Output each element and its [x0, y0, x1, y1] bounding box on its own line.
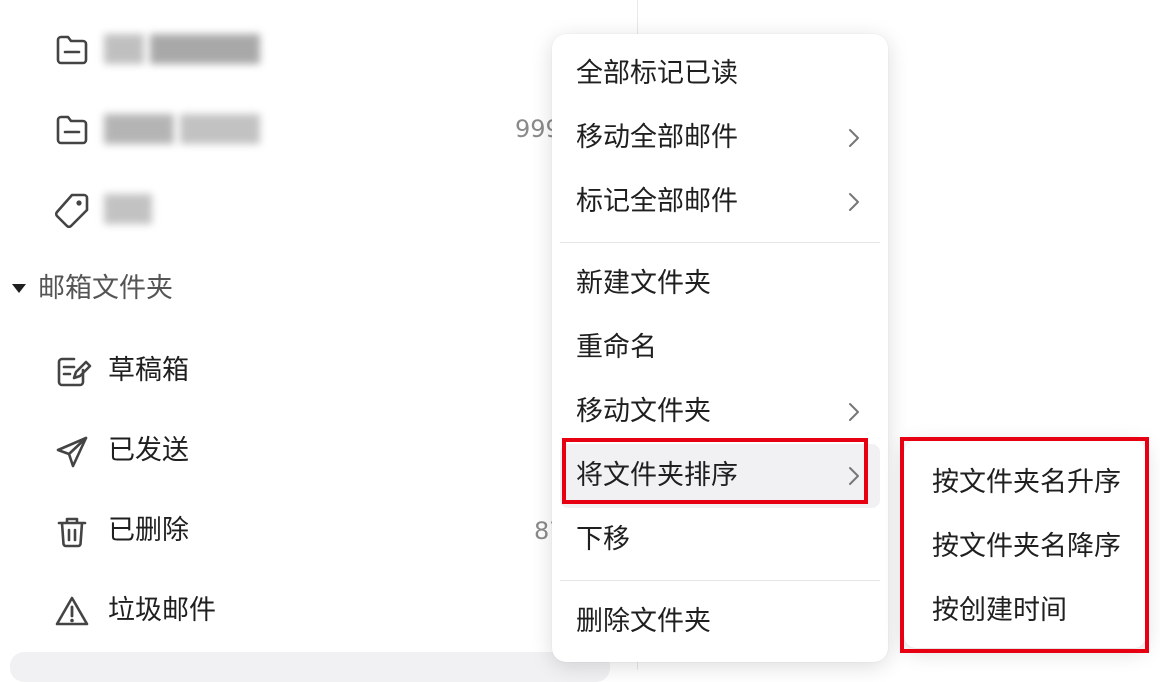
- menu-item-label: 新建文件夹: [576, 268, 711, 299]
- menu-item-label: 移动文件夹: [576, 396, 711, 427]
- sidebar-folder-item[interactable]: 999: [0, 96, 620, 160]
- menu-item-move-down[interactable]: 下移: [560, 508, 880, 572]
- submenu-item-sort-created-time[interactable]: 按创建时间: [912, 580, 1138, 640]
- chevron-right-icon: [842, 126, 866, 150]
- section-title: 邮箱文件夹: [38, 273, 173, 304]
- menu-item-mark-all-mail[interactable]: 标记全部邮件: [560, 170, 880, 234]
- mailbox-folders-section-toggle[interactable]: 邮箱文件夹: [0, 266, 620, 314]
- folder-icon: [52, 110, 92, 150]
- menu-item-mark-all-read[interactable]: 全部标记已读: [560, 42, 880, 106]
- sidebar-item-label: 垃圾邮件: [108, 595, 216, 626]
- sidebar-item-deleted[interactable]: 已删除 87: [0, 498, 620, 562]
- menu-item-move-folder[interactable]: 移动文件夹: [560, 380, 880, 444]
- selected-item-highlight[interactable]: [10, 652, 610, 682]
- sidebar-item-label: 已发送: [108, 435, 189, 466]
- sidebar-tag-item[interactable]: [0, 176, 620, 240]
- menu-item-sort-folders[interactable]: 将文件夹排序: [560, 444, 880, 508]
- sidebar-item-label: 草稿箱: [108, 355, 189, 386]
- draft-icon: [52, 352, 92, 392]
- menu-divider: [560, 580, 880, 581]
- menu-item-label: 删除文件夹: [576, 606, 711, 637]
- sidebar-item-spam[interactable]: 垃圾邮件: [0, 578, 620, 642]
- menu-item-label: 移动全部邮件: [576, 122, 738, 153]
- caret-down-icon: [12, 284, 26, 293]
- sidebar-folder-item[interactable]: [0, 16, 620, 80]
- menu-item-label: 标记全部邮件: [576, 186, 738, 217]
- folder-icon: [52, 30, 92, 70]
- context-menu: 全部标记已读 移动全部邮件 标记全部邮件 新建文件夹 重命名 移动文件夹 将文件…: [552, 34, 888, 662]
- submenu-item-label: 按创建时间: [932, 595, 1067, 626]
- send-icon: [52, 432, 92, 472]
- sidebar-item-sent[interactable]: 已发送: [0, 418, 620, 482]
- chevron-right-icon: [842, 400, 866, 424]
- menu-item-label: 重命名: [576, 332, 657, 363]
- chevron-right-icon: [842, 190, 866, 214]
- sidebar-item-label: 已删除: [108, 515, 189, 546]
- menu-item-new-folder[interactable]: 新建文件夹: [560, 252, 880, 316]
- submenu-item-label: 按文件夹名升序: [932, 467, 1121, 498]
- sort-submenu: 按文件夹名升序 按文件夹名降序 按创建时间: [904, 440, 1146, 648]
- menu-item-rename[interactable]: 重命名: [560, 316, 880, 380]
- submenu-item-sort-name-desc[interactable]: 按文件夹名降序: [912, 516, 1138, 576]
- submenu-item-label: 按文件夹名降序: [932, 531, 1121, 562]
- submenu-item-sort-name-asc[interactable]: 按文件夹名升序: [912, 452, 1138, 512]
- menu-item-label: 全部标记已读: [576, 58, 738, 89]
- menu-divider: [560, 242, 880, 243]
- sidebar-item-drafts[interactable]: 草稿箱: [0, 338, 620, 402]
- menu-item-label: 将文件夹排序: [576, 460, 738, 491]
- sidebar: 999 邮箱文件夹 草稿箱 已发送 已删除 87 垃圾邮件: [0, 0, 640, 682]
- menu-item-delete-folder[interactable]: 删除文件夹: [560, 590, 880, 654]
- menu-item-move-all-mail[interactable]: 移动全部邮件: [560, 106, 880, 170]
- chevron-right-icon: [842, 464, 866, 488]
- tag-icon: [52, 190, 92, 230]
- menu-item-label: 下移: [576, 524, 630, 555]
- warning-icon: [52, 592, 92, 632]
- trash-icon: [52, 512, 92, 552]
